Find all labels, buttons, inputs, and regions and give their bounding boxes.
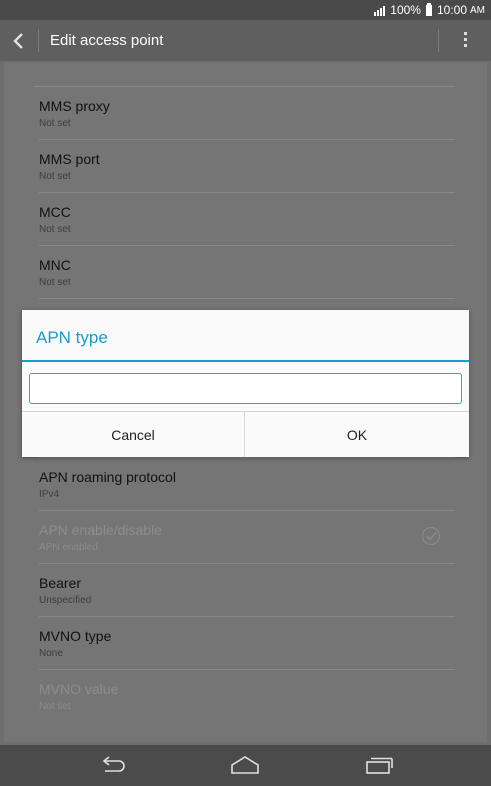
list-item-title: MCC xyxy=(39,204,71,220)
list-item-subtitle: APN enabled xyxy=(39,542,98,553)
action-bar: Edit access point xyxy=(0,20,491,61)
list-item-title: MVNO type xyxy=(39,628,112,644)
back-icon[interactable] xyxy=(11,32,27,50)
list-item-subtitle: Not set xyxy=(39,224,71,235)
page-title: Edit access point xyxy=(50,32,164,49)
list-item-title: APN enable/disable xyxy=(39,522,162,538)
list-item-apn-roaming-protocol[interactable]: APN roaming protocol IPv4 xyxy=(39,458,455,511)
ok-button[interactable]: OK xyxy=(245,412,469,457)
dialog-title-divider xyxy=(22,360,469,362)
apn-type-input[interactable] xyxy=(29,373,462,404)
action-bar-divider xyxy=(38,29,39,52)
apn-type-dialog: APN type Cancel OK xyxy=(22,310,469,457)
list-item-title: MMS proxy xyxy=(39,98,110,114)
list-item-mvno-value: MVNO value Not set xyxy=(39,670,455,723)
list-item-title: MMS port xyxy=(39,151,100,167)
overflow-menu-icon[interactable] xyxy=(462,32,468,50)
list-item-subtitle: Unspecified xyxy=(39,595,92,606)
clock-ampm: AM xyxy=(470,4,485,16)
list-item-mcc[interactable]: MCC Not set xyxy=(39,193,455,246)
nav-back-icon[interactable] xyxy=(99,755,129,775)
checkmark-icon xyxy=(421,526,441,546)
list-item-subtitle: Not set xyxy=(39,118,71,129)
list-item-title: MNC xyxy=(39,257,71,273)
clock: 10:00 xyxy=(436,3,467,17)
list-item-subtitle: Not set xyxy=(39,701,71,712)
nav-home-icon[interactable] xyxy=(230,755,260,775)
nav-recents-icon[interactable] xyxy=(364,755,394,775)
cancel-button[interactable]: Cancel xyxy=(22,412,244,457)
list-item-subtitle: IPv4 xyxy=(39,489,60,500)
list-item-bearer[interactable]: Bearer Unspecified xyxy=(39,564,455,617)
list-item-subtitle: Not set xyxy=(39,171,71,182)
status-bar: 100% 10:00 AM xyxy=(0,0,491,20)
list-item-subtitle: None xyxy=(39,648,63,659)
navigation-bar xyxy=(0,745,491,786)
battery-icon xyxy=(425,2,432,16)
list-item-mnc[interactable]: MNC Not set xyxy=(39,246,455,299)
battery-percent: 100% xyxy=(390,3,421,17)
list-item-mms-proxy[interactable]: MMS proxy Not set xyxy=(39,87,455,140)
list-item-mvno-type[interactable]: MVNO type None xyxy=(39,617,455,670)
list-item-apn-enable-disable: APN enable/disable APN enabled xyxy=(39,511,455,564)
list-item-title: Bearer xyxy=(39,575,82,591)
list-item-title: MVNO value xyxy=(39,681,119,697)
signal-icon xyxy=(374,5,386,16)
dialog-title: APN type xyxy=(36,328,108,347)
list-item-mms-port[interactable]: MMS port Not set xyxy=(39,140,455,193)
list-item-subtitle: Not set xyxy=(39,277,71,288)
list-item-title: APN roaming protocol xyxy=(39,469,176,485)
status-indicators: 100% 10:00 AM xyxy=(374,2,485,17)
action-bar-divider xyxy=(438,29,439,52)
